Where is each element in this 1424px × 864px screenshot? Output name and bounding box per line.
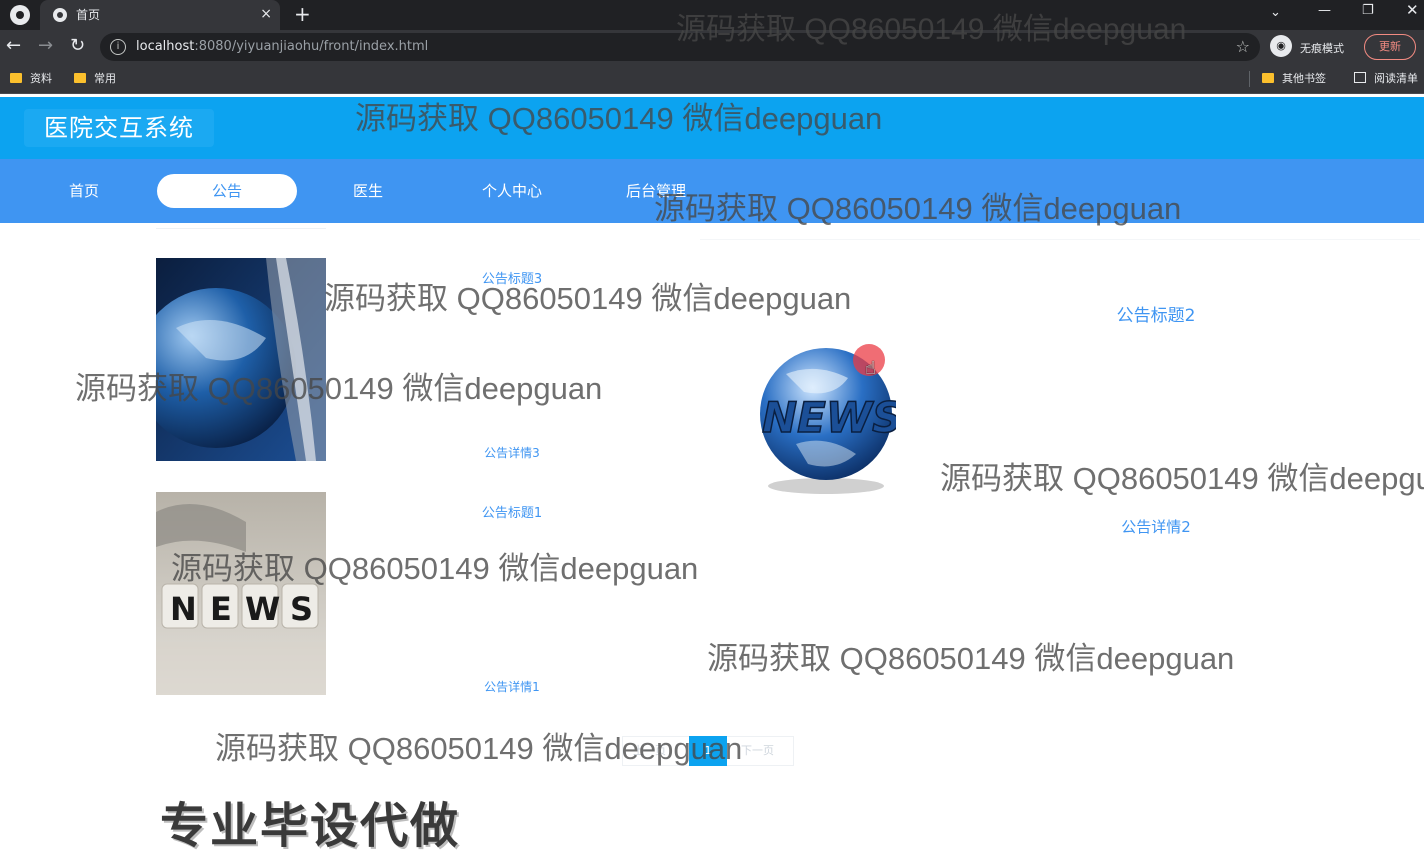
next-page-button[interactable]: 下一页 xyxy=(741,737,774,765)
nav-admin[interactable]: 后台管理 xyxy=(586,174,726,208)
watermark: 源码获取 QQ86050149 微信deepguan xyxy=(75,371,603,406)
notice-detail: 公告详情2 xyxy=(1121,518,1191,536)
notice-title[interactable]: 公告标题3 xyxy=(392,268,632,287)
bookmark-folder-ziliao[interactable]: 资料 xyxy=(10,72,52,86)
page-number-current[interactable]: 1 xyxy=(689,736,727,766)
hand-cursor-icon: ☝ xyxy=(865,358,876,379)
site-header: 医院交互系统 xyxy=(0,97,1424,159)
nav-profile[interactable]: 个人中心 xyxy=(442,174,582,208)
globe-icon xyxy=(53,8,67,22)
notice-detail: 公告详情1 xyxy=(484,680,540,694)
close-window-icon[interactable]: ✕ xyxy=(1406,1,1419,19)
svg-text:N: N xyxy=(170,590,197,628)
svg-text:NEWS: NEWS xyxy=(762,393,896,442)
site-title: 医院交互系统 xyxy=(24,109,214,147)
pagination: 上一页 1 下一页 xyxy=(622,736,794,766)
tab-search-icon[interactable]: ⌄ xyxy=(1270,4,1281,22)
svg-text:W: W xyxy=(245,590,280,628)
svg-text:E: E xyxy=(210,590,232,628)
address-bar[interactable]: i localhost:8080/yiyuanjiaohu/front/inde… xyxy=(100,33,1260,61)
notice-title[interactable]: 公告标题1 xyxy=(392,502,632,521)
browser-menu-icon[interactable] xyxy=(10,5,30,25)
notice-title[interactable]: 公告标题2 xyxy=(1036,301,1276,326)
reading-list-icon xyxy=(1354,72,1366,83)
main-nav: 首页 公告 医生 个人中心 后台管理 xyxy=(0,159,1424,223)
url-text: localhost:8080/yiyuanjiaohu/front/index.… xyxy=(136,39,429,54)
notice-detail: 公告详情3 xyxy=(484,446,540,460)
divider xyxy=(156,228,326,229)
restore-icon[interactable]: ❐ xyxy=(1362,2,1374,20)
incognito-label: 无痕模式 xyxy=(1300,42,1344,55)
watermark: 源码获取 QQ86050149 微信deepguan xyxy=(940,461,1424,496)
promo-overlay-text: 专业毕设代做 xyxy=(160,798,461,854)
folder-icon xyxy=(1262,73,1274,83)
browser-toolbar: ← → ↻ i localhost:8080/yiyuanjiaohu/fron… xyxy=(0,30,1424,64)
notice-image-globe[interactable] xyxy=(156,258,326,461)
nav-home[interactable]: 首页 xyxy=(14,174,154,208)
divider xyxy=(700,239,1420,240)
nav-doctor[interactable]: 医生 xyxy=(298,174,438,208)
incognito-icon: ◉ xyxy=(1270,35,1292,57)
notice-image-news-blocks[interactable]: N E W S xyxy=(156,492,326,695)
folder-icon xyxy=(10,73,22,83)
bookmark-separator xyxy=(1249,71,1250,87)
watermark: 源码获取 QQ86050149 微信deepguan xyxy=(707,641,1235,676)
info-icon[interactable]: i xyxy=(110,39,126,55)
svg-text:S: S xyxy=(290,590,313,628)
browser-tab-bar: 首页 × + ⌄ — ❐ ✕ xyxy=(0,0,1424,30)
tab-title: 首页 xyxy=(76,8,101,22)
browser-tab[interactable]: 首页 × xyxy=(40,0,280,30)
new-tab-icon[interactable]: + xyxy=(294,2,311,26)
other-bookmarks[interactable]: 其他书签 xyxy=(1262,72,1326,86)
incognito-indicator[interactable]: ◉ 无痕模式 xyxy=(1270,35,1360,59)
prev-page-button[interactable]: 上一页 xyxy=(633,737,666,765)
reading-list[interactable]: 阅读清单 xyxy=(1354,72,1418,86)
forward-icon[interactable]: → xyxy=(38,36,53,56)
bookmark-folder-changyong[interactable]: 常用 xyxy=(74,72,116,86)
nav-notice[interactable]: 公告 xyxy=(157,174,297,208)
tab-close-icon[interactable]: × xyxy=(260,6,272,22)
folder-icon xyxy=(74,73,86,83)
reload-icon[interactable]: ↻ xyxy=(70,36,85,56)
bookmark-star-icon[interactable]: ☆ xyxy=(1236,37,1250,56)
bookmarks-bar: 资料 常用 其他书签 阅读清单 xyxy=(0,64,1424,94)
back-icon[interactable]: ← xyxy=(6,36,21,56)
minimize-icon[interactable]: — xyxy=(1318,2,1331,20)
update-button[interactable]: 更新 xyxy=(1364,34,1416,60)
